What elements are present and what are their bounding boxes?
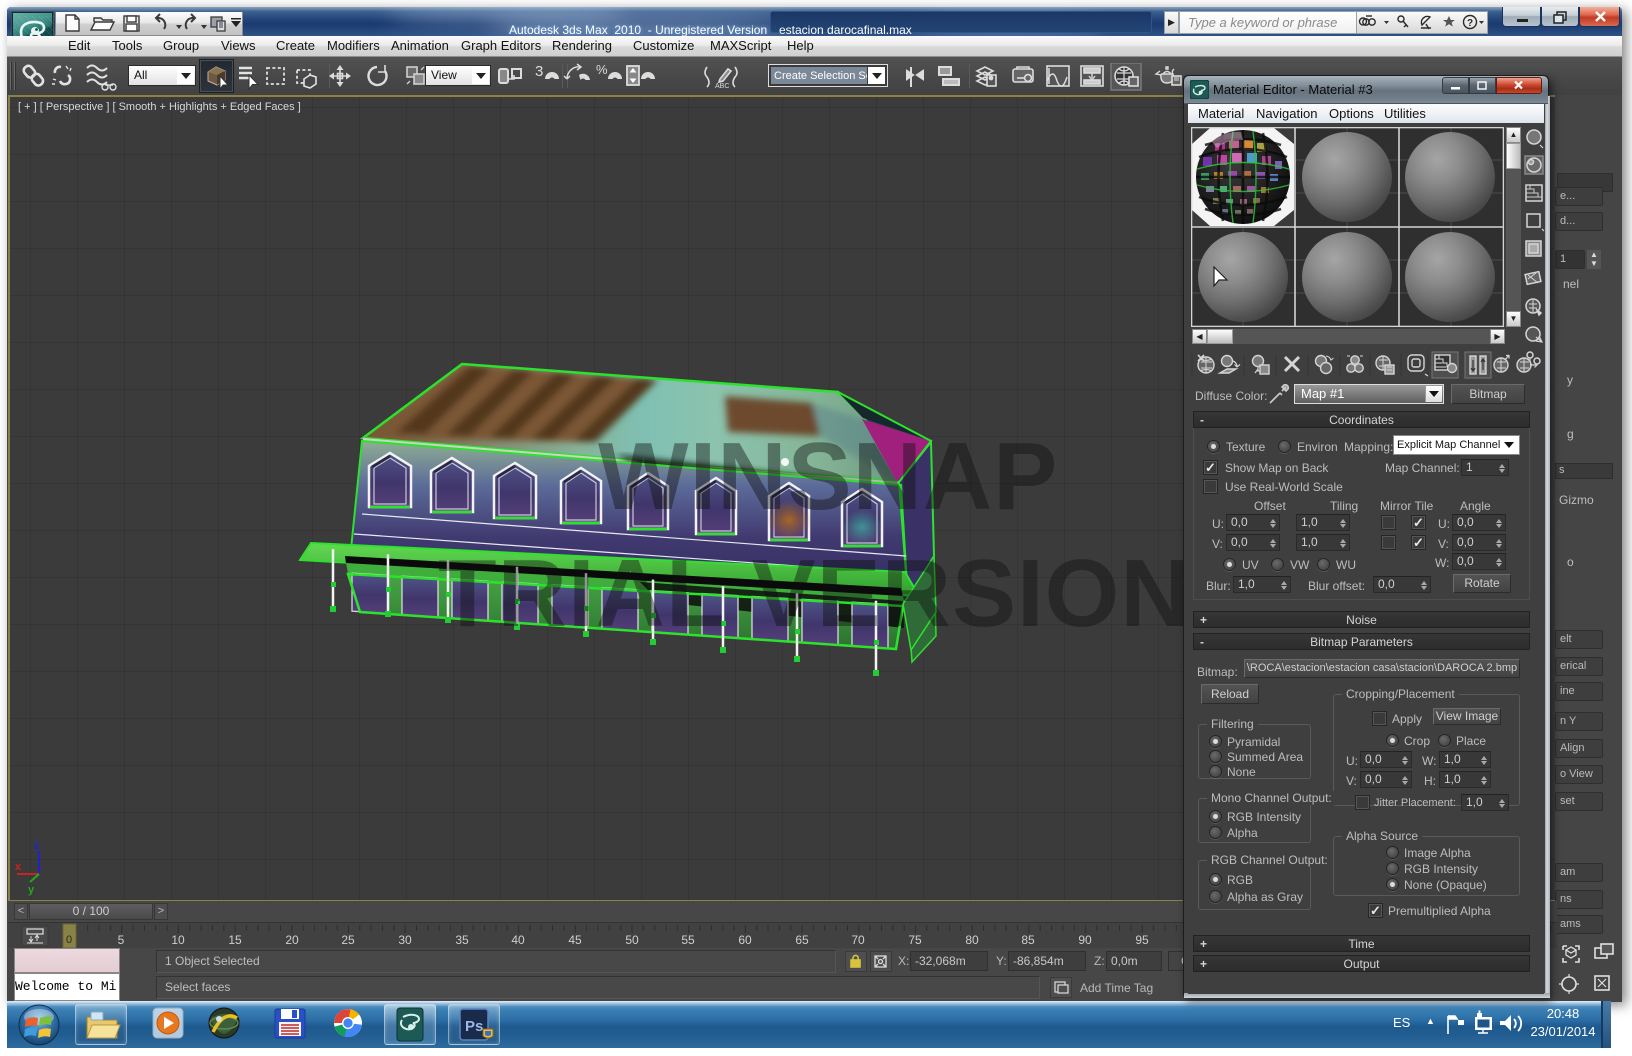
svg-text:40: 40: [511, 933, 525, 947]
svg-text:95: 95: [1135, 933, 1149, 947]
svg-text:35: 35: [455, 933, 469, 947]
svg-text:10: 10: [171, 933, 185, 947]
svg-text:80: 80: [965, 933, 979, 947]
svg-text:45: 45: [568, 933, 582, 947]
svg-text:90: 90: [1078, 933, 1092, 947]
svg-text:20: 20: [285, 933, 299, 947]
svg-text:15: 15: [228, 933, 242, 947]
svg-text:75: 75: [908, 933, 922, 947]
svg-text:ABC: ABC: [715, 83, 729, 90]
svg-text:%: %: [596, 63, 608, 77]
svg-text:25: 25: [341, 933, 355, 947]
svg-text:?: ?: [1467, 18, 1473, 29]
svg-text:85: 85: [1021, 933, 1035, 947]
svg-text:70: 70: [851, 933, 865, 947]
svg-text:30: 30: [398, 933, 412, 947]
svg-text:55: 55: [681, 933, 695, 947]
svg-text:0: 0: [66, 934, 72, 946]
svg-text:3: 3: [535, 63, 543, 80]
svg-text:50: 50: [625, 933, 639, 947]
svg-text:60: 60: [738, 933, 752, 947]
svg-text:5: 5: [118, 933, 125, 947]
svg-text:65: 65: [795, 933, 809, 947]
